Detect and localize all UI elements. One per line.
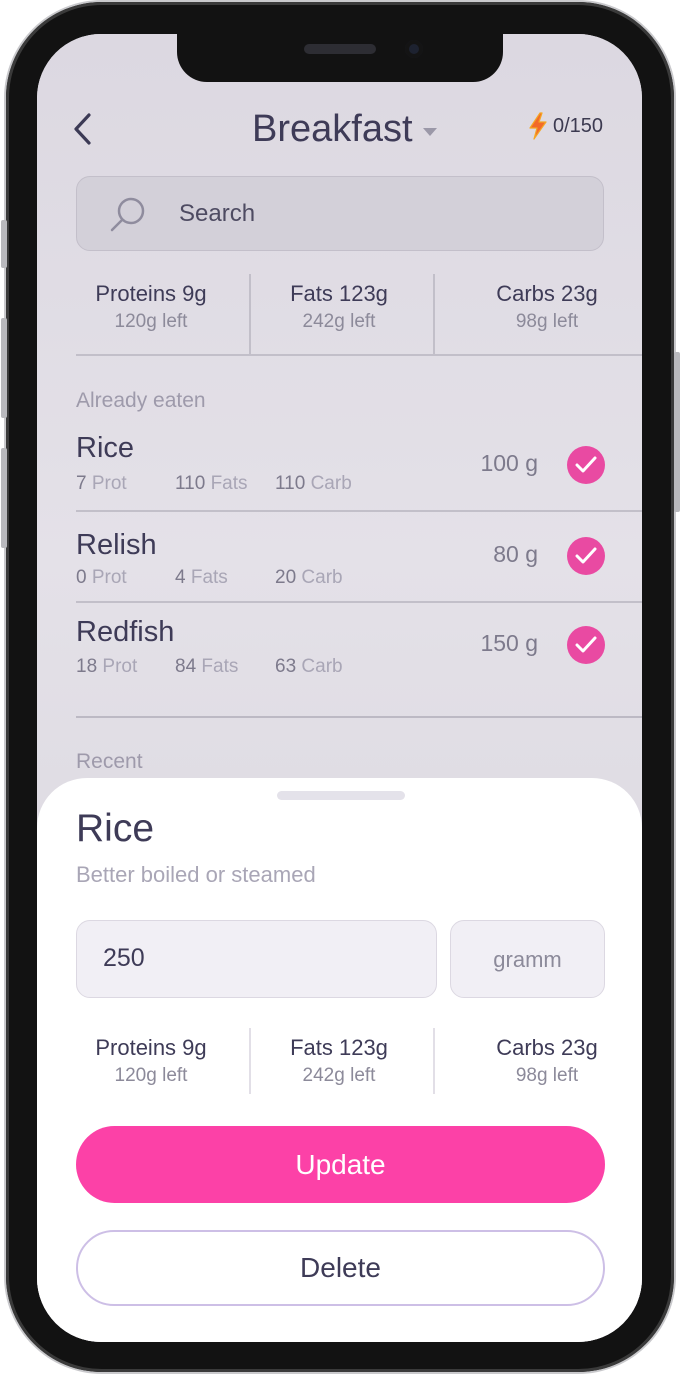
carbs-label: Carbs 23g bbox=[496, 281, 598, 306]
fats-summary: Fats 123g 242g left bbox=[226, 1035, 452, 1087]
food-name: Rice bbox=[76, 432, 135, 464]
checkmark-icon bbox=[575, 636, 597, 653]
fats-summary: Fats 123g 242g left bbox=[226, 281, 452, 333]
food-name: Redfish bbox=[76, 616, 175, 648]
fats-left: 242g left bbox=[302, 311, 376, 332]
food-row-rice[interactable]: Rice 7 Prot 110 Fats 110 Carb 100 g bbox=[76, 432, 642, 510]
carbs-left: 98g left bbox=[515, 311, 579, 332]
proteins-summary: Proteins 9g 120g left bbox=[76, 1035, 226, 1087]
protein-value: 0 Prot bbox=[76, 567, 127, 588]
fats-value: 110 Fats bbox=[175, 473, 248, 494]
carbs-label: Carbs 23g bbox=[496, 1035, 598, 1060]
speaker bbox=[304, 44, 376, 54]
phone-side-button bbox=[674, 352, 680, 512]
amount-input[interactable]: 250 bbox=[76, 920, 437, 998]
sheet-macro-summary: Proteins 9g 120g left Fats 123g 242g lef… bbox=[76, 1035, 642, 1087]
checked-checkbox[interactable] bbox=[567, 626, 605, 664]
front-camera bbox=[405, 40, 423, 58]
search-placeholder: Search bbox=[179, 199, 256, 227]
checked-checkbox[interactable] bbox=[567, 446, 605, 484]
lightning-icon bbox=[529, 112, 547, 140]
phone-side-button bbox=[1, 448, 7, 548]
checked-checkbox[interactable] bbox=[567, 537, 605, 575]
fats-left: 242g left bbox=[302, 1065, 376, 1086]
carb-value: 20 Carb bbox=[275, 567, 343, 588]
divider bbox=[249, 274, 251, 354]
fats-value: 4 Fats bbox=[175, 567, 228, 588]
checkmark-icon bbox=[575, 456, 597, 473]
food-quantity: 80 g bbox=[493, 541, 538, 567]
energy-counter: 0/150 bbox=[527, 112, 603, 140]
protein-value: 7 Prot bbox=[76, 473, 127, 494]
chevron-left-icon bbox=[74, 113, 91, 145]
fats-value: 84 Fats bbox=[175, 656, 239, 677]
carbs-summary: Carbs 23g 98g left bbox=[452, 281, 642, 333]
already-eaten-label: Already eaten bbox=[76, 389, 206, 412]
search-bar[interactable]: Search bbox=[76, 176, 604, 251]
divider bbox=[433, 1028, 435, 1094]
meal-selector[interactable]: Breakfast bbox=[252, 104, 437, 154]
unit-selector[interactable]: gramm bbox=[450, 920, 605, 998]
carb-value: 110 Carb bbox=[275, 473, 352, 494]
proteins-label: Proteins 9g bbox=[95, 1035, 207, 1060]
phone-side-button bbox=[1, 318, 7, 418]
update-button[interactable]: Update bbox=[76, 1126, 605, 1203]
carb-value: 63 Carb bbox=[275, 656, 343, 677]
proteins-left: 120g left bbox=[114, 1065, 188, 1086]
protein-value: 18 Prot bbox=[76, 656, 138, 677]
page-title: Breakfast bbox=[252, 107, 413, 150]
macro-summary: Proteins 9g 120g left Fats 123g 242g lef… bbox=[76, 281, 642, 333]
proteins-label: Proteins 9g bbox=[95, 281, 207, 306]
carbs-summary: Carbs 23g 98g left bbox=[452, 1035, 642, 1087]
checkmark-icon bbox=[575, 547, 597, 564]
divider bbox=[76, 601, 642, 603]
sheet-subtitle: Better boiled or steamed bbox=[76, 862, 316, 887]
bottom-sheet: Rice Better boiled or steamed 250 gramm … bbox=[37, 778, 642, 1342]
divider bbox=[76, 716, 642, 718]
food-row-redfish[interactable]: Redfish 18 Prot 84 Fats 63 Carb 150 g bbox=[76, 616, 642, 692]
screen: Breakfast 0/150 Search Proteins 9g 120g … bbox=[37, 34, 642, 1342]
food-quantity: 100 g bbox=[480, 450, 538, 476]
caret-down-icon bbox=[422, 128, 437, 136]
divider bbox=[76, 510, 642, 512]
proteins-left: 120g left bbox=[114, 311, 188, 332]
divider bbox=[249, 1028, 251, 1094]
back-button[interactable] bbox=[67, 112, 101, 146]
carbs-left: 98g left bbox=[515, 1065, 579, 1086]
fats-label: Fats 123g bbox=[290, 1035, 388, 1060]
notch bbox=[177, 34, 503, 82]
sheet-handle[interactable] bbox=[277, 791, 405, 800]
divider bbox=[433, 274, 435, 354]
proteins-summary: Proteins 9g 120g left bbox=[76, 281, 226, 333]
food-row-relish[interactable]: Relish 0 Prot 4 Fats 20 Carb 80 g bbox=[76, 529, 642, 601]
divider bbox=[76, 354, 642, 356]
fats-label: Fats 123g bbox=[290, 281, 388, 306]
recent-label: Recent bbox=[76, 750, 143, 773]
search-icon bbox=[110, 197, 145, 231]
food-quantity: 150 g bbox=[480, 630, 538, 656]
phone-side-button bbox=[1, 220, 7, 268]
food-name: Relish bbox=[76, 529, 157, 561]
delete-button[interactable]: Delete bbox=[76, 1230, 605, 1306]
sheet-title: Rice bbox=[76, 807, 155, 850]
energy-value: 0/150 bbox=[553, 114, 604, 137]
